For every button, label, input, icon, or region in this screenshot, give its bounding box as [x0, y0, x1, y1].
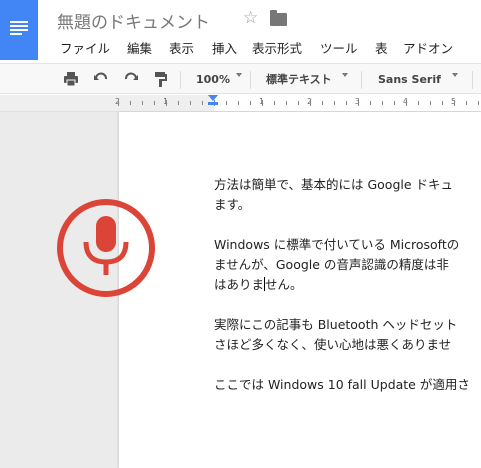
font-dropdown-arrow-icon[interactable]: [452, 73, 458, 77]
ruler-tick: [478, 101, 479, 105]
document-page[interactable]: 方法は簡単で、基本的には Google ドキュ ます。 Windows に標準で…: [119, 112, 481, 468]
star-icon[interactable]: ☆: [243, 8, 258, 28]
ruler-tick: [406, 100, 407, 106]
paragraph-line: ます。: [214, 197, 251, 212]
menu-view[interactable]: 表示: [169, 38, 194, 57]
zoom-dropdown-arrow-icon[interactable]: [236, 73, 242, 77]
indent-handle[interactable]: [208, 102, 218, 105]
ruler-tick: [190, 101, 191, 105]
ruler-tick: [238, 101, 239, 105]
paragraph-line: さほど多くなく、使い心地は悪くありませ: [214, 337, 452, 352]
ruler-tick: [130, 101, 131, 105]
ruler-tick: [430, 101, 431, 105]
ruler-tick: [298, 101, 299, 105]
style-select[interactable]: 標準テキスト: [266, 71, 332, 88]
ruler-tick: [466, 101, 467, 105]
microphone-icon[interactable]: [56, 198, 156, 298]
ruler-tick: [382, 101, 383, 105]
paragraph-line: ませんが、Google の音声認識の精度は非: [214, 257, 449, 272]
ruler-tick: [310, 100, 311, 106]
menu-addons[interactable]: アドオン: [403, 38, 453, 57]
menu-edit[interactable]: 編集: [127, 38, 152, 57]
ruler-tick: [202, 101, 203, 105]
ruler-tick: [334, 101, 335, 105]
folder-icon[interactable]: [270, 10, 287, 26]
docs-menu-icon[interactable]: [0, 0, 38, 60]
zoom-select[interactable]: 100%: [196, 71, 230, 88]
document-title[interactable]: 無題のドキュメント: [57, 8, 210, 33]
ruler-tick: [262, 100, 263, 106]
ruler-tick: [370, 101, 371, 105]
docs-app: 無題のドキュメント ☆ ファイル 編集 表示 挿入 表示形式 ツール 表 アドオ…: [0, 0, 481, 468]
paragraph-line: 方法は簡単で、基本的には Google ドキュ: [214, 177, 454, 192]
paragraph-line: ここでは Windows 10 fall Update が適用さ: [214, 377, 470, 392]
toolbar-divider: [361, 71, 362, 89]
menu-tools[interactable]: ツール: [320, 38, 358, 57]
ruler-tick: [346, 101, 347, 105]
ruler-tick: [118, 100, 119, 106]
toolbar-divider: [250, 71, 251, 89]
ruler-tick: [418, 101, 419, 105]
menu-file[interactable]: ファイル: [60, 38, 110, 57]
menu-format[interactable]: 表示形式: [252, 38, 302, 57]
ruler-tick: [250, 101, 251, 105]
ruler-tick: [154, 101, 155, 105]
ruler-tick: [142, 101, 143, 105]
text-segment: はありま: [214, 277, 265, 292]
toolbar-divider: [180, 71, 181, 89]
ruler-left-margin: [0, 95, 214, 111]
text-segment: せん。: [265, 277, 303, 292]
paragraph-line: はありません。: [214, 275, 303, 295]
paragraph-line: Windows に標準で付いている Microsoftの: [214, 237, 460, 252]
ruler-tick: [226, 101, 227, 105]
menu-table[interactable]: 表: [375, 38, 388, 57]
style-dropdown-arrow-icon[interactable]: [342, 73, 348, 77]
ruler-tick: [274, 101, 275, 105]
menu-insert[interactable]: 挿入: [212, 38, 237, 57]
indent-marker-icon[interactable]: [208, 95, 218, 101]
print-icon[interactable]: [62, 70, 80, 88]
ruler-tick: [442, 101, 443, 105]
ruler-tick: [394, 101, 395, 105]
paragraph-line: 実際にこの記事も Bluetooth ヘッドセット: [214, 317, 458, 332]
ruler-tick: [166, 100, 167, 106]
redo-icon[interactable]: [122, 70, 140, 88]
paint-format-icon[interactable]: [152, 70, 170, 88]
ruler-tick: [286, 101, 287, 105]
ruler-tick: [358, 100, 359, 106]
ruler-tick: [178, 101, 179, 105]
ruler-tick: [454, 100, 455, 106]
ruler[interactable]: 2112345: [0, 95, 481, 112]
ruler-tick: [322, 101, 323, 105]
toolbar: 100% 標準テキスト Sans Serif: [0, 63, 481, 94]
undo-icon[interactable]: [92, 70, 110, 88]
font-select[interactable]: Sans Serif: [378, 71, 441, 88]
toolbar-divider: [472, 71, 473, 89]
